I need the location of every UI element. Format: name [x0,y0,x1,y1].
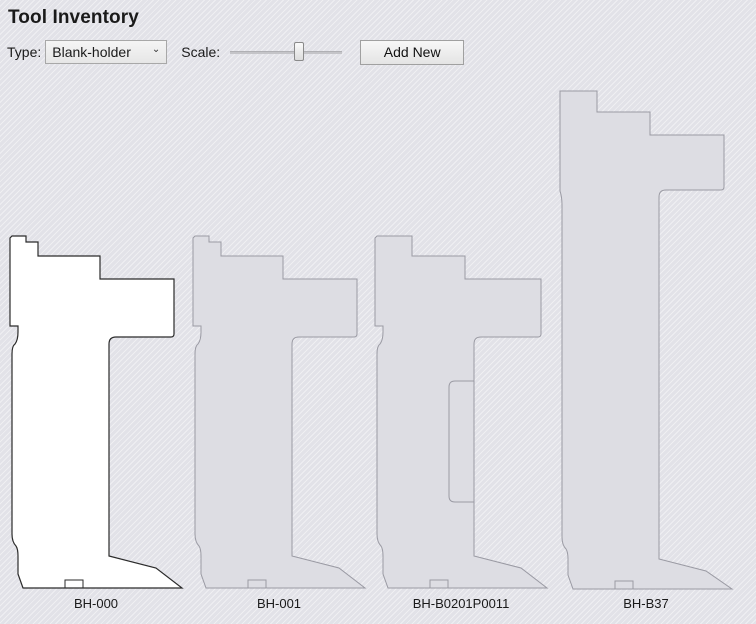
tool-profile-bh-001 [192,235,367,589]
tool-name: BH-B37 [623,596,669,611]
type-dropdown[interactable]: Blank-holder ⌄ [45,40,168,64]
tool-card-bh-000[interactable]: BH-000 [9,234,184,619]
tool-name: BH-001 [256,596,302,611]
scale-slider[interactable] [230,41,343,63]
scale-slider-track [230,51,343,54]
scale-slider-thumb[interactable] [294,42,305,61]
scale-label: Scale: [181,44,221,60]
add-new-button[interactable]: Add New [360,39,465,65]
tool-card-bh-b0201p0011[interactable]: BH-B0201P0011 [374,234,549,619]
tool-name: BH-000 [73,596,119,611]
toolbar: Type: Blank-holder ⌄ Scale: Add New [7,39,465,65]
tool-name: BH-B0201P0011 [412,596,510,611]
tool-profile-bh-b37 [559,90,734,590]
type-dropdown-value: Blank-holder [52,44,131,60]
chevron-down-icon: ⌄ [151,44,161,55]
type-label: Type: [7,44,42,60]
tool-card-bh-001[interactable]: BH-001 [192,234,367,619]
page-title: Tool Inventory [8,7,139,28]
tool-card-bh-b37[interactable]: BH-B37 [559,90,734,619]
tool-profile-bh-b0201p0011 [374,235,549,589]
tool-profile-bh-000 [9,235,184,589]
